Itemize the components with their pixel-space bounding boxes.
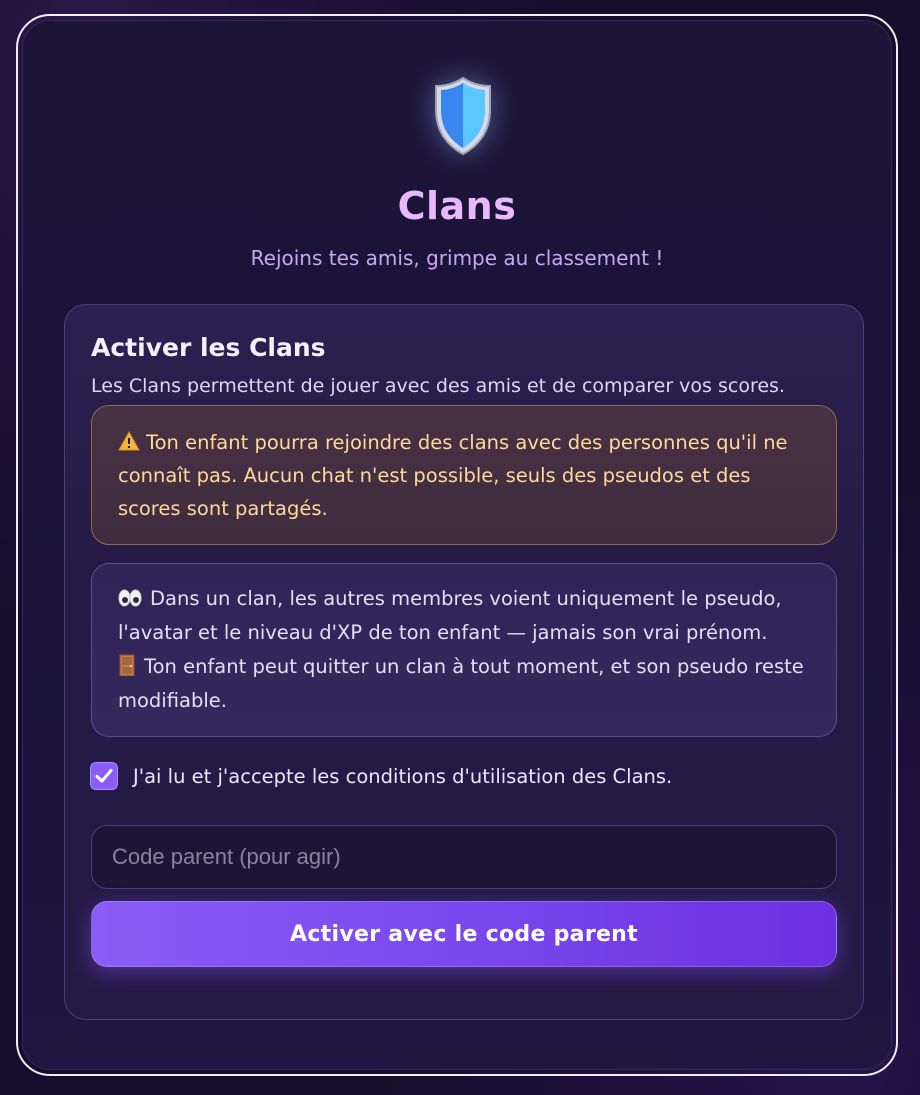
warning-box: Ton enfant pourra rejoindre des clans av… <box>91 405 837 545</box>
warning-text: Ton enfant pourra rejoindre des clans av… <box>118 431 788 520</box>
info-visibility-text: Dans un clan, les autres membres voient … <box>118 587 782 644</box>
clans-panel: Clans Rejoins tes amis, grimpe au classe… <box>22 20 892 1070</box>
checkmark-icon <box>95 769 113 783</box>
card-title: Activer les Clans <box>91 333 326 362</box>
info-line-visibility: Dans un clan, les autres membres voient … <box>118 582 812 650</box>
parent-code-input[interactable] <box>91 825 837 889</box>
page-subtitle: Rejoins tes amis, grimpe au classement ! <box>250 246 664 270</box>
shield-icon <box>435 76 491 156</box>
info-leave-text: Ton enfant peut quitter un clan à tout m… <box>118 655 804 712</box>
door-icon <box>119 654 135 676</box>
activate-button[interactable]: Activer avec le code parent <box>91 901 837 967</box>
info-line-leave: Ton enfant peut quitter un clan à tout m… <box>118 650 812 718</box>
activation-card: Activer les Clans Les Clans permettent d… <box>64 304 864 1020</box>
page-title: Clans <box>397 184 517 228</box>
consent-label[interactable]: J'ai lu et j'accepte les conditions d'ut… <box>133 765 672 788</box>
card-description: Les Clans permettent de jouer avec des a… <box>91 375 785 397</box>
warning-icon <box>118 431 140 451</box>
info-box: Dans un clan, les autres membres voient … <box>91 563 837 737</box>
eyes-icon <box>118 589 142 607</box>
consent-row[interactable]: J'ai lu et j'accepte les conditions d'ut… <box>91 763 672 789</box>
consent-checkbox[interactable] <box>91 763 117 789</box>
window-frame: Clans Rejoins tes amis, grimpe au classe… <box>16 14 898 1076</box>
